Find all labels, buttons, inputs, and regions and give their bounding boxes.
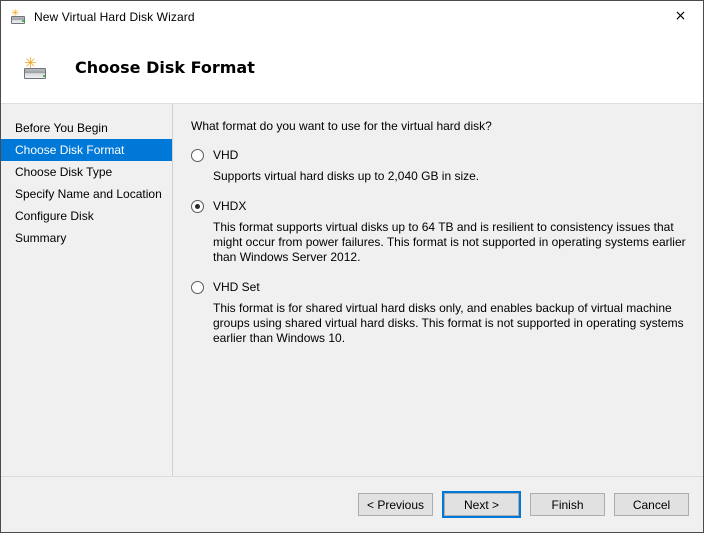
disk-led bbox=[43, 74, 45, 77]
sidebar-item-before-you-begin[interactable]: Before You Begin bbox=[1, 117, 172, 139]
radio-label-vhd: VHD bbox=[213, 148, 239, 162]
next-button-focus-ring: Next > bbox=[442, 491, 521, 518]
wizard-window: ✳ New Virtual Hard Disk Wizard × ✳ Choos… bbox=[0, 0, 704, 533]
description-vhd: Supports virtual hard disks up to 2,040 … bbox=[213, 169, 480, 183]
disk-led bbox=[22, 19, 24, 22]
page-title: Choose Disk Format bbox=[75, 58, 255, 77]
title-bar: ✳ New Virtual Hard Disk Wizard × bbox=[1, 1, 703, 32]
close-icon[interactable]: × bbox=[658, 1, 703, 31]
sidebar-item-summary[interactable]: Summary bbox=[1, 227, 172, 249]
sidebar-item-choose-disk-format[interactable]: Choose Disk Format bbox=[1, 139, 172, 161]
format-question-label: What format do you want to use for the v… bbox=[191, 119, 492, 133]
radio-vhd-set[interactable] bbox=[191, 281, 204, 294]
radio-vhdx[interactable] bbox=[191, 200, 204, 213]
wizard-footer: < Previous Next > Finish Cancel bbox=[1, 476, 703, 532]
description-vhdx: This format supports virtual disks up to… bbox=[213, 220, 686, 264]
radio-row-vhd-set[interactable]: VHD Set bbox=[191, 279, 689, 297]
window-title: New Virtual Hard Disk Wizard bbox=[34, 9, 195, 24]
wizard-body: Before You Begin Choose Disk Format Choo… bbox=[1, 104, 703, 476]
description-vhd-set: This format is for shared virtual hard d… bbox=[213, 301, 684, 345]
radio-label-vhd-set: VHD Set bbox=[213, 280, 260, 294]
header-virtual-hard-disk-icon: ✳ bbox=[23, 53, 47, 80]
wizard-step-nav: Before You Begin Choose Disk Format Choo… bbox=[1, 104, 173, 476]
radio-label-vhdx: VHDX bbox=[213, 199, 247, 213]
wizard-content: What format do you want to use for the v… bbox=[173, 104, 703, 476]
sidebar-item-specify-name-and-location[interactable]: Specify Name and Location bbox=[1, 183, 172, 205]
virtual-hard-disk-icon: ✳ bbox=[10, 7, 26, 25]
cancel-button[interactable]: Cancel bbox=[614, 493, 689, 516]
disk-body bbox=[24, 67, 46, 79]
option-vhd: VHD Supports virtual hard disks up to 2,… bbox=[191, 147, 689, 184]
radio-row-vhd[interactable]: VHD bbox=[191, 147, 689, 165]
sidebar-item-configure-disk[interactable]: Configure Disk bbox=[1, 205, 172, 227]
finish-button[interactable]: Finish bbox=[530, 493, 605, 516]
disk-format-radio-group: VHD Supports virtual hard disks up to 2,… bbox=[191, 147, 689, 346]
radio-row-vhdx[interactable]: VHDX bbox=[191, 198, 689, 216]
previous-button[interactable]: < Previous bbox=[358, 493, 433, 516]
option-vhd-set: VHD Set This format is for shared virtua… bbox=[191, 279, 689, 346]
starburst-glyph: ✳ bbox=[24, 53, 37, 72]
wizard-header: ✳ Choose Disk Format bbox=[1, 32, 703, 104]
next-button[interactable]: Next > bbox=[444, 493, 519, 516]
radio-vhd[interactable] bbox=[191, 149, 204, 162]
sidebar-item-choose-disk-type[interactable]: Choose Disk Type bbox=[1, 161, 172, 183]
starburst-glyph: ✳ bbox=[11, 7, 20, 19]
option-vhdx: VHDX This format supports virtual disks … bbox=[191, 198, 689, 265]
